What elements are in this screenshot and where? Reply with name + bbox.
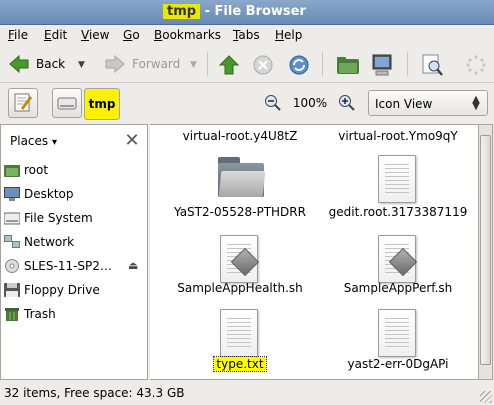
file-name: SampleAppHealth.sh [177,281,303,295]
scrollbar-thumb[interactable] [480,135,491,365]
sidebar-item-label: root [24,163,49,177]
menu-help[interactable]: Help [275,27,302,43]
eject-icon[interactable]: ⏏ [128,259,138,272]
script-file-icon[interactable] [220,235,260,283]
sidebar-item-root[interactable]: root [4,159,144,181]
edit-location-icon [14,93,33,112]
zoom-out-icon[interactable] [264,94,282,112]
view-mode-select[interactable]: Icon View ▲ ▼ [368,90,488,116]
window-title-app: - File Browser [200,4,306,19]
file-name: SampleAppPerf.sh [343,281,453,295]
vertical-scrollbar[interactable] [478,124,493,380]
sidebar-item-label: Floppy Drive [24,283,100,297]
cdrom-icon [4,259,20,273]
toolbar-separator [407,52,408,76]
floppy-icon [4,283,20,297]
sidebar-item-label: SLES-11-SP2… [24,259,112,273]
home-folder-icon[interactable] [336,54,360,76]
file-name: virtual-root.Ymo9qY [338,129,458,143]
status-text: 32 items, Free space: 43.3 GB [4,386,185,400]
harddisk-icon [3,211,21,225]
select-arrows-icon: ▲ ▼ [472,94,480,112]
file-item[interactable]: SampleAppPerf.sh [318,281,478,295]
window-title-folder: tmp [163,4,201,19]
main-toolbar: Back ▼ Forward ▼ [0,46,494,83]
sidebar-item-desktop[interactable]: Desktop [4,183,144,205]
sidebar-item-network[interactable]: Network [4,231,144,253]
toolbar-separator [207,52,208,76]
forward-label: Forward [132,57,181,71]
chevron-down-icon: ▾ [51,137,58,148]
home-folder-icon [4,163,20,177]
file-name: yast2-err-0DgAPi [347,357,449,371]
network-icon [4,235,20,249]
throbber-icon [466,55,486,75]
text-file-icon[interactable] [378,309,416,357]
forward-history-chevron-icon[interactable]: ▼ [190,60,197,70]
file-name: YaST2-05528-PTHDRR [174,205,306,219]
menu-bar: File Edit View Go Bookmarks Tabs Help [0,25,494,45]
forward-arrow-icon [105,54,125,74]
zoom-level[interactable]: 100% [290,96,330,110]
trash-icon [4,307,20,321]
desktop-icon [4,187,20,201]
menu-view[interactable]: View [81,27,109,43]
sidebar-item-label: File System [24,211,93,225]
file-item[interactable]: YaST2-05528-PTHDRR [160,205,320,219]
sidebar-item-floppy[interactable]: Floppy Drive [4,279,144,301]
reload-icon[interactable] [288,54,310,76]
file-item-selected[interactable]: type.txt [160,356,320,372]
harddisk-icon [57,97,77,110]
search-icon[interactable] [420,53,444,77]
stop-icon[interactable] [252,54,274,76]
menu-go[interactable]: Go [123,27,140,43]
back-button[interactable]: Back [8,50,65,78]
breadcrumb-tmp[interactable]: tmp [84,88,120,120]
file-name: gedit.root.3173387119 [328,205,468,219]
toggle-location-entry-button[interactable] [8,88,38,118]
sidebar-item-label: Desktop [24,187,74,201]
zoom-in-icon[interactable] [338,94,356,112]
view-mode-value: Icon View [375,97,433,111]
file-name: virtual-root.y4U8tZ [182,129,298,143]
sidebar-places-dropdown[interactable]: Places ▾ [4,130,66,152]
resize-grip-icon[interactable] [480,391,492,403]
sidebar-item-label: Trash [24,307,56,321]
file-item[interactable]: SampleAppHealth.sh [160,281,320,295]
sidebar-item-trash[interactable]: Trash [4,303,144,325]
script-file-icon[interactable] [378,235,418,283]
sidebar-item-label: Network [24,235,75,249]
sidebar-places-label: Places [10,134,49,148]
forward-button[interactable]: Forward [104,50,180,78]
toolbar-separator [322,52,323,76]
close-sidebar-icon[interactable]: ✕ [122,131,142,151]
folder-icon[interactable] [218,157,266,197]
menu-bookmarks[interactable]: Bookmarks [154,27,221,43]
file-item[interactable]: virtual-root.y4U8tZ [160,129,320,143]
file-item[interactable]: gedit.root.3173387119 [318,205,478,219]
menu-file[interactable]: File [8,27,28,43]
back-arrow-icon [9,54,29,74]
file-item[interactable]: virtual-root.Ymo9qY [318,129,478,143]
sidebar-item-sles-cd[interactable]: SLES-11-SP2… [4,255,144,277]
text-file-icon[interactable] [220,309,258,357]
crumb-scroll-left-button[interactable] [52,88,82,118]
sidebar-item-file-system[interactable]: File System [3,207,144,229]
back-label: Back [36,57,66,71]
title-bar: tmp - File Browser [0,0,494,25]
file-item[interactable]: yast2-err-0DgAPi [318,357,478,371]
status-bar: 32 items, Free space: 43.3 GB [0,382,494,405]
file-icon-view[interactable]: virtual-root.y4U8tZ virtual-root.Ymo9qY … [150,124,480,380]
menu-tabs[interactable]: Tabs [233,27,260,43]
up-arrow-icon[interactable] [218,54,240,76]
text-file-icon[interactable] [378,155,416,203]
computer-icon[interactable] [370,53,394,77]
back-history-chevron-icon[interactable]: ▼ [78,60,85,70]
window-title: tmp - File Browser [163,1,306,22]
file-name: type.txt [213,356,267,372]
menu-edit[interactable]: Edit [44,27,67,43]
